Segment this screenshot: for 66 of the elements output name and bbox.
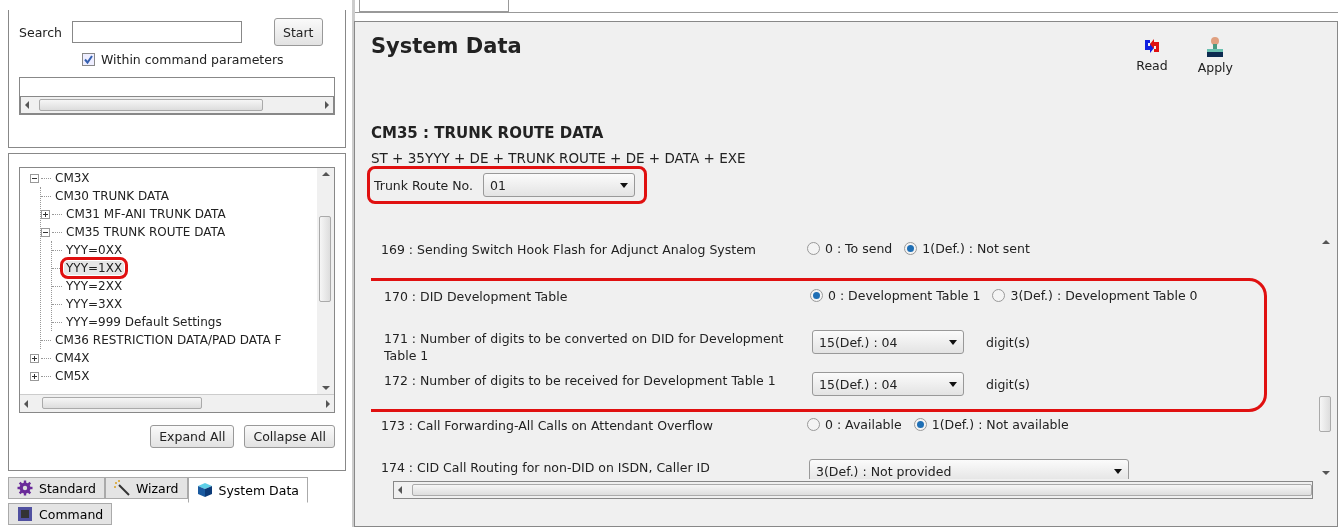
plus-icon[interactable] — [30, 371, 39, 381]
gear-icon — [17, 480, 33, 496]
search-label: Search — [19, 24, 62, 40]
tree-item[interactable]: CM3X — [53, 171, 92, 185]
dropdown[interactable]: 3(Def.) : Not provided — [809, 459, 1129, 479]
tree-item[interactable]: YYY=0XX — [64, 243, 125, 257]
plus-icon[interactable] — [30, 353, 39, 363]
radio-label: 3(Def.) : Development Table 0 — [1010, 288, 1198, 303]
radio-label: 0 : Available — [825, 417, 902, 432]
collapse-all-button[interactable]: Collapse All — [244, 425, 335, 448]
command-title: CM35 : TRUNK ROUTE DATA — [371, 124, 605, 142]
cube-icon — [196, 482, 213, 498]
tree-item[interactable]: YYY=3XX — [64, 297, 125, 311]
tab[interactable]: Command — [8, 503, 113, 525]
chip-icon — [17, 506, 33, 522]
horizontal-scrollbar[interactable] — [393, 481, 1313, 499]
parameter-label: 173 : Call Forwarding-All Calls on Attendant Overflow — [381, 417, 714, 434]
page-title: System Data — [371, 34, 522, 58]
tree-item[interactable]: CM30 TRUNK DATA — [53, 189, 171, 203]
command-syntax: ST + 35YYY + DE + TRUNK ROUTE + DE + DATA + EXE — [371, 150, 747, 166]
tab[interactable]: System Data — [187, 477, 308, 503]
radio-label: 0 : Development Table 1 — [828, 288, 981, 303]
search-field[interactable] — [71, 21, 242, 43]
tree-item[interactable]: YYY=999 Default Settings — [64, 315, 224, 329]
parameter-label: 171 : Number of digits to be converted on DID for Development Table 1 — [384, 330, 785, 364]
vertical-scrollbar[interactable] — [317, 168, 334, 394]
radio-label: 1(Def.) : Not sent — [922, 241, 1030, 256]
checkbox-label: Within command parameters — [101, 52, 284, 67]
expand-all-button[interactable]: Expand All — [150, 425, 235, 448]
dropdown[interactable]: 15(Def.) : 04 — [812, 372, 964, 396]
parameter-label: 174 : CID Call Routing for non-DID on ISDN, Caller ID — [381, 459, 711, 476]
plus-icon[interactable] — [41, 209, 50, 219]
tree-item[interactable]: CM4X — [53, 351, 92, 365]
horizontal-scrollbar[interactable] — [20, 394, 334, 412]
tree-item[interactable]: CM35 TRUNK ROUTE DATA — [64, 225, 228, 239]
tree-item[interactable]: CM5X — [53, 369, 92, 383]
dropdown[interactable]: 15(Def.) : 04 — [812, 330, 964, 354]
wand-icon — [113, 480, 130, 496]
tab[interactable]: Wizard — [104, 477, 188, 499]
radio-button[interactable] — [904, 242, 918, 255]
unit-label: digit(s) — [986, 376, 1030, 392]
parameter-label: 172 : Number of digits to be received for Development Table 1 — [384, 372, 777, 389]
minus-icon[interactable] — [41, 227, 50, 237]
parameter-label: 169 : Sending Switch Hook Flash for Adjunct Analog System — [381, 241, 757, 258]
document-tab[interactable] — [359, 0, 509, 12]
trunk-route-dropdown[interactable]: 01 — [483, 173, 635, 197]
checkbox[interactable] — [82, 53, 95, 66]
unit-label: digit(s) — [986, 334, 1030, 350]
trunk-route-label: Trunk Route No. — [374, 177, 473, 193]
read-button[interactable]: Read — [1136, 36, 1168, 75]
radio-button[interactable] — [992, 289, 1006, 302]
radio-button[interactable] — [810, 289, 823, 302]
horizontal-scrollbar[interactable] — [20, 96, 334, 114]
radio-button[interactable] — [807, 242, 820, 255]
radio-label: 0 : To send — [825, 241, 893, 256]
tree-item[interactable]: CM31 MF-ANI TRUNK DATA — [64, 207, 228, 221]
radio-button[interactable] — [807, 418, 820, 431]
tab[interactable]: Standard — [8, 477, 105, 499]
tree-item[interactable]: CM36 RESTRICTION DATA/PAD DATA F — [53, 333, 284, 347]
tree-item[interactable]: YYY=2XX — [64, 279, 125, 293]
radio-label: 1(Def.) : Not available — [931, 417, 1069, 432]
start-button[interactable]: Start — [273, 18, 323, 46]
minus-icon[interactable] — [30, 173, 39, 183]
parameter-label: 170 : DID Development Table — [384, 288, 569, 305]
radio-button[interactable] — [913, 418, 927, 431]
apply-button[interactable]: Apply — [1197, 36, 1233, 75]
